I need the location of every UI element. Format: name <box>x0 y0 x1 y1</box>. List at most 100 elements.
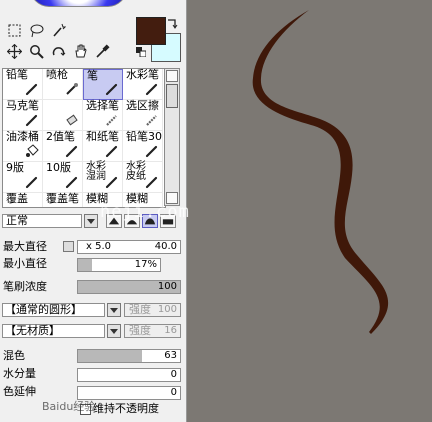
texture-strength-field[interactable]: 强度 16 <box>124 324 181 338</box>
size-preset-button[interactable] <box>63 241 74 252</box>
scroll-up-button[interactable] <box>166 70 178 82</box>
reset-colors-icon[interactable] <box>136 47 146 57</box>
brush-label: 覆盖 <box>6 192 28 205</box>
brush-label: 选择笔 <box>86 99 119 112</box>
texture-value: 【无材质】 <box>5 324 60 337</box>
blending-slider[interactable]: 63 <box>77 349 181 363</box>
move-icon[interactable] <box>6 43 23 60</box>
skin-wc-icon <box>145 176 158 189</box>
scroll-thumb[interactable] <box>166 84 178 108</box>
brush-cell[interactable]: 10版 <box>43 162 83 193</box>
brush-label: 喷枪 <box>46 68 68 81</box>
site-watermark: neji.com <box>100 202 190 222</box>
brush-cell[interactable]: 水彩 皮纸 <box>123 162 163 193</box>
min-size-slider[interactable]: 17% <box>77 258 161 272</box>
cover-icon <box>25 206 39 208</box>
texture-select[interactable]: 【无材质】 <box>2 324 105 338</box>
brush-label: 9版 <box>6 161 24 174</box>
brush-cell[interactable] <box>43 100 83 131</box>
blending-fill <box>78 350 143 362</box>
brush-label: 覆盖笔 <box>46 192 79 205</box>
brush-cell[interactable]: 喷枪 <box>43 69 83 100</box>
brush10-icon <box>65 176 78 189</box>
brush-label: 笔 <box>87 69 98 82</box>
brush-label: 水彩 皮纸 <box>126 161 146 182</box>
water-slider[interactable]: 0 <box>77 368 181 382</box>
select-eraser-icon <box>146 115 157 126</box>
blend-mode-dropdown-button[interactable] <box>84 214 98 228</box>
shape-strength-field[interactable]: 强度 100 <box>124 303 181 317</box>
brush-shape-select[interactable]: 【通常的圆形】 <box>2 303 105 317</box>
blending-value: 63 <box>164 350 177 361</box>
brush-label: 选区擦 <box>126 99 159 112</box>
brush-cell[interactable]: 油漆桶 <box>3 131 43 162</box>
brush-cell[interactable]: 9版 <box>3 162 43 193</box>
rotate-icon[interactable] <box>50 43 67 60</box>
drawing-canvas[interactable] <box>187 0 432 422</box>
brush-cell[interactable]: 铅笔 <box>3 69 43 100</box>
brush-cell[interactable]: 2值笔 <box>43 131 83 162</box>
brush-cell[interactable]: 水彩 湿润 <box>83 162 123 193</box>
min-size-label: 最小直径 <box>3 257 47 270</box>
max-size-multiplier: x 5.0 <box>86 241 111 252</box>
brush-cell[interactable]: 和纸笔 <box>83 131 123 162</box>
pen-icon <box>105 83 118 96</box>
airbrush-icon <box>66 83 78 95</box>
brush9-icon <box>25 176 38 189</box>
min-size-value: 17% <box>134 259 157 270</box>
brush-label: 2值笔 <box>46 130 75 143</box>
blend-mode-select[interactable]: 正常 <box>2 214 82 228</box>
baidu-watermark: Baidu经验 <box>42 400 96 413</box>
bucket-icon <box>26 144 39 157</box>
primary-color-swatch[interactable] <box>136 17 166 45</box>
brush-cell[interactable]: 笔 <box>83 69 123 100</box>
brush-stroke <box>252 10 389 334</box>
max-size-value: 40.0 <box>154 241 177 252</box>
select-rect-icon[interactable] <box>6 22 23 39</box>
max-size-field[interactable]: x 5.0 40.0 <box>77 240 181 254</box>
zoom-icon[interactable] <box>28 43 45 60</box>
brush-shape-value: 【通常的圆形】 <box>5 303 82 316</box>
brush-cell[interactable]: 水彩笔 <box>123 69 163 100</box>
color-wheel[interactable] <box>30 0 127 7</box>
select-pen-icon <box>106 115 117 126</box>
magic-wand-icon[interactable] <box>50 22 67 39</box>
eraser-icon <box>66 114 78 126</box>
brush-cell[interactable]: 覆盖笔 <box>43 192 83 208</box>
lasso-icon[interactable] <box>28 22 45 39</box>
eyedropper-icon[interactable] <box>94 43 111 60</box>
brush-label: 马克笔 <box>6 99 39 112</box>
brush-cell[interactable]: 选择笔 <box>83 100 123 131</box>
water-value: 0 <box>170 369 177 380</box>
pencil-icon <box>25 83 38 96</box>
brush-scrollbar[interactable] <box>164 68 180 206</box>
blending-label: 混色 <box>3 349 25 362</box>
persistence-label: 色延伸 <box>3 385 36 398</box>
brush-cell[interactable]: 铅笔30 <box>123 131 163 162</box>
texture-dropdown-button[interactable] <box>107 324 121 338</box>
density-label: 笔刷浓度 <box>3 280 47 293</box>
brush-label: 水彩笔 <box>126 68 159 81</box>
brush-cell[interactable]: 覆盖 <box>3 192 43 208</box>
brush-shape-dropdown-button[interactable] <box>107 303 121 317</box>
swap-colors-icon[interactable] <box>166 18 178 30</box>
density-slider[interactable]: 100 <box>77 280 181 294</box>
min-size-fill <box>78 259 92 271</box>
cover-pen-icon <box>65 206 79 208</box>
density-value: 100 <box>157 281 177 292</box>
brush-label: 铅笔 <box>6 68 28 81</box>
brush-cell[interactable]: 选区擦 <box>123 100 163 131</box>
water-label: 水分量 <box>3 367 36 380</box>
wet-wc-icon <box>105 176 118 189</box>
brush-label: 10版 <box>46 161 71 174</box>
brush-label: 和纸笔 <box>86 130 119 143</box>
marker-icon <box>25 114 38 127</box>
brush-cell[interactable]: 马克笔 <box>3 100 43 131</box>
texture-strength-value: 16 <box>164 325 177 336</box>
texture-strength-label: 强度 <box>129 324 151 337</box>
persistence-value: 0 <box>170 387 177 398</box>
brush-label: 铅笔30 <box>126 130 162 143</box>
hand-icon[interactable] <box>72 43 89 60</box>
brush-label: 油漆桶 <box>6 130 39 143</box>
binary-pen-icon <box>65 145 78 158</box>
